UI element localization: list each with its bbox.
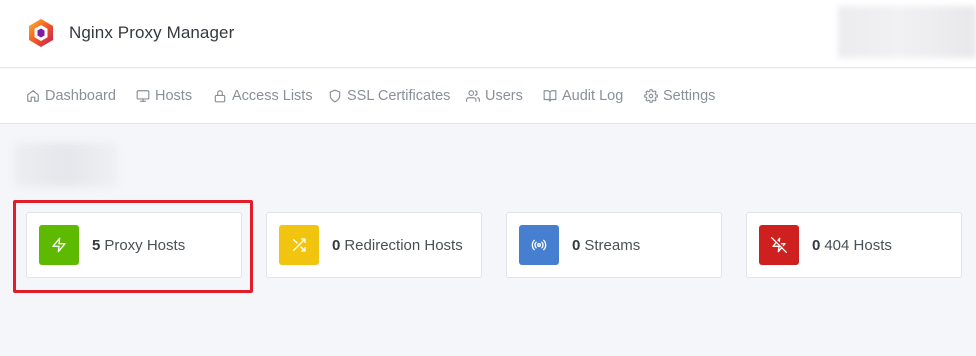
stat-card-streams[interactable]: 0 Streams [506, 212, 722, 278]
page-title-redacted [14, 143, 118, 187]
404-hosts-text: 0 404 Hosts [812, 237, 892, 254]
redirection-hosts-label: Redirection Hosts [344, 236, 463, 254]
nav-access-lists-label: Access Lists [232, 88, 313, 104]
home-icon [27, 90, 39, 102]
main-nav: Dashboard Hosts Access Lists SSL Certifi… [0, 69, 976, 124]
streams-label: Streams [584, 236, 641, 254]
nav-ssl-certificates-label: SSL Certificates [347, 88, 451, 104]
gear-icon [644, 89, 658, 103]
top-header: Nginx Proxy Manager [0, 0, 976, 68]
user-menu-redacted[interactable] [838, 6, 976, 58]
nav-users[interactable]: Users [466, 88, 523, 104]
shield-icon [329, 89, 341, 103]
users-icon [466, 90, 480, 102]
nav-dashboard-label: Dashboard [45, 88, 116, 104]
nav-audit-log[interactable]: Audit Log [543, 88, 623, 104]
404-hosts-label: 404 Hosts [824, 236, 892, 254]
404-hosts-icon-box [759, 225, 799, 265]
lock-icon [214, 90, 226, 103]
redirection-hosts-count: 0 [332, 236, 341, 254]
nav-dashboard[interactable]: Dashboard [26, 88, 116, 104]
404-hosts-count: 0 [812, 236, 821, 254]
nav-audit-log-label: Audit Log [562, 88, 624, 104]
nav-settings[interactable]: Settings [644, 88, 715, 104]
book-icon [543, 90, 557, 102]
nav-hosts[interactable]: Hosts [136, 88, 192, 104]
redirection-hosts-icon-box [279, 225, 319, 265]
monitor-icon [136, 90, 150, 102]
nav-users-label: Users [485, 88, 523, 104]
nginx-proxy-manager-logo-icon [29, 19, 53, 47]
app-title: Nginx Proxy Manager [69, 23, 235, 42]
streams-count: 0 [572, 236, 581, 254]
nav-access-lists[interactable]: Access Lists [213, 88, 313, 104]
streams-text: 0 Streams [572, 237, 640, 254]
shuffle-icon [293, 238, 306, 252]
brand[interactable]: Nginx Proxy Manager [26, 18, 234, 48]
redirection-hosts-text: 0 Redirection Hosts [332, 237, 463, 254]
nav-settings-label: Settings [663, 88, 716, 104]
zap-off-icon [771, 237, 787, 253]
streams-icon-box [519, 225, 559, 265]
stat-card-redirection-hosts[interactable]: 0 Redirection Hosts [266, 212, 482, 278]
stat-card-404-hosts[interactable]: 0 404 Hosts [746, 212, 962, 278]
nav-hosts-label: Hosts [155, 88, 193, 104]
radio-icon [531, 239, 547, 251]
highlight-box [13, 200, 253, 293]
nav-ssl-certificates[interactable]: SSL Certificates [328, 88, 450, 104]
